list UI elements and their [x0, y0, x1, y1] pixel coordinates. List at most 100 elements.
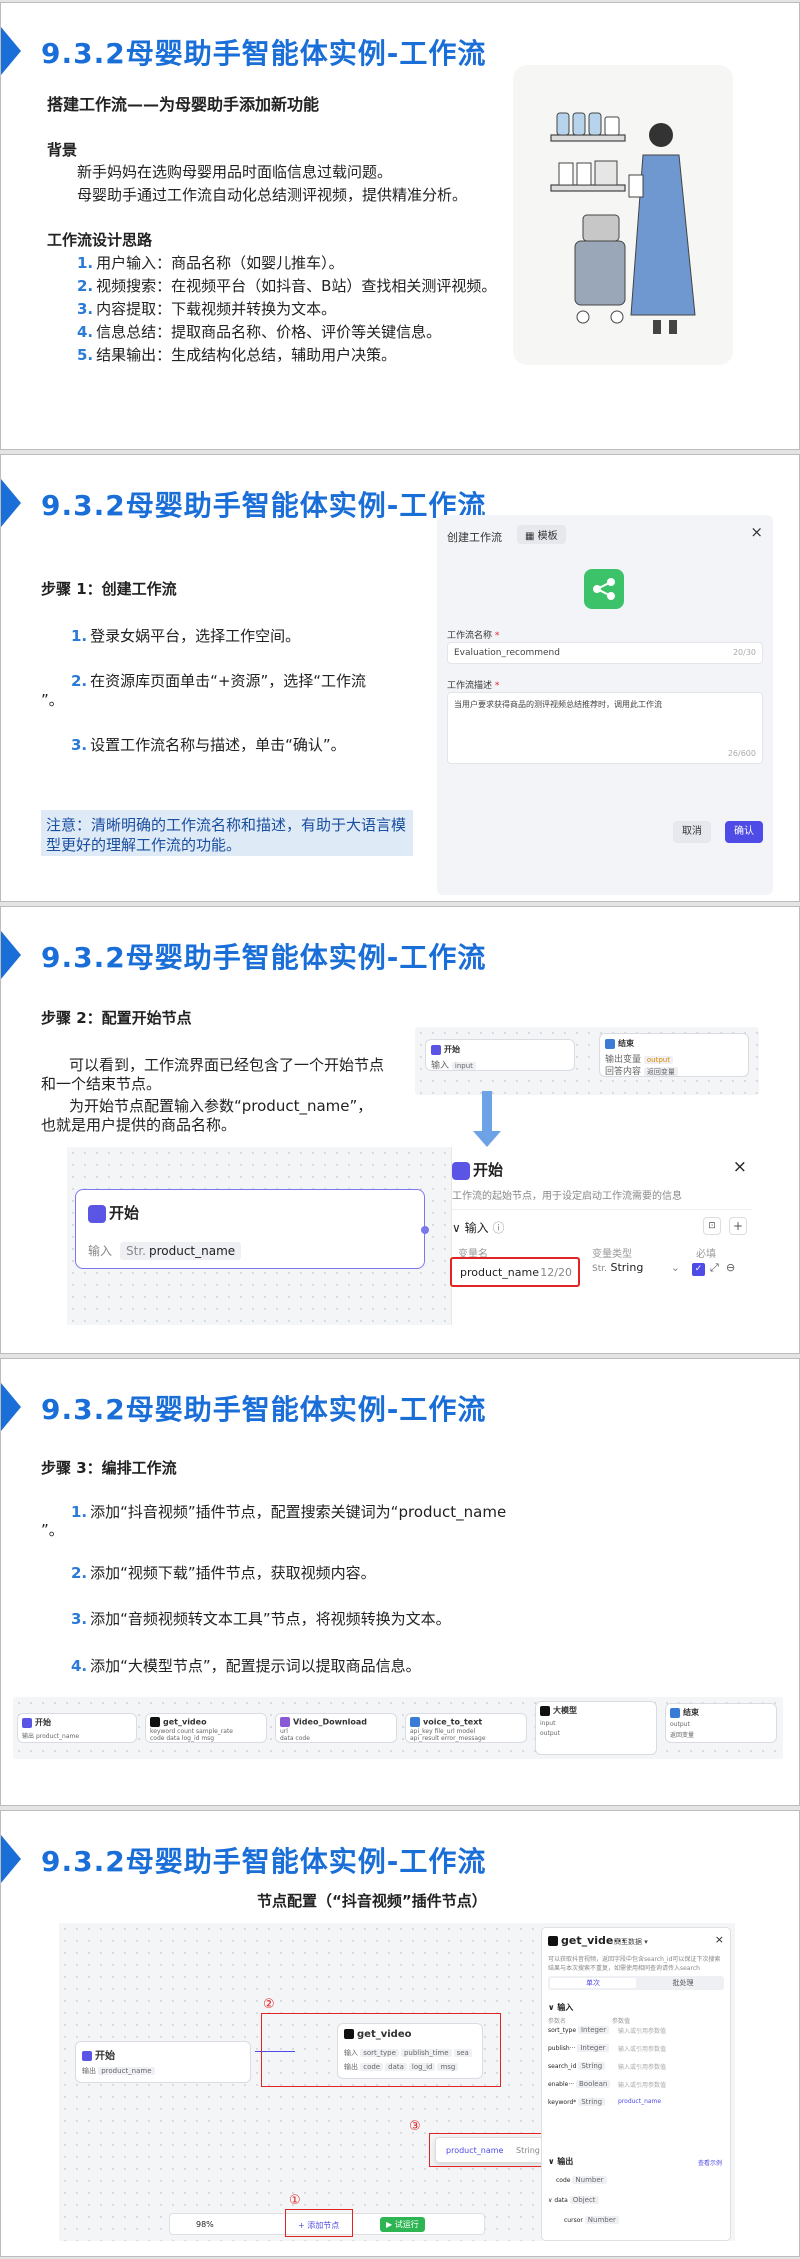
chain-node-end[interactable]: 结束 output 返回变量	[665, 1703, 777, 1743]
canvas-get-video-node[interactable]: get_video 输入 sort_type publish_time sea 输出…	[337, 2023, 483, 2079]
chain-node-voice-to-text[interactable]: voice_to_text api_key file_url model api_r…	[405, 1713, 527, 1743]
side-input-section[interactable]: ∨ 输入 ⓘ	[452, 1219, 504, 1236]
chain-node-llm[interactable]: 大模型 input output	[535, 1701, 657, 1755]
name-input[interactable]: Evaluation_recommend 20/30	[447, 642, 763, 664]
start-canvas: 开始 输入 Str. product_name	[67, 1147, 451, 1325]
tab-single[interactable]: 单次	[550, 1978, 636, 1988]
title-marker	[1, 27, 21, 75]
slide-title: 9.3.2母婴助手智能体实例-工作流	[41, 1393, 487, 1426]
design-heading: 工作流设计思路	[47, 231, 153, 249]
start-node-title: 开始	[109, 1204, 140, 1222]
expand-icon[interactable]: ⤢	[710, 1261, 719, 1275]
slide-4: 9.3.2母婴助手智能体实例-工作流 步骤 3：编排工作流 1. 添加“抖音视频”…	[0, 1358, 800, 1806]
background-line-1: 新手妈妈在选购母婴用品时面临信息过载问题。	[77, 163, 393, 181]
panel-badge[interactable]: 高至数据 ▾	[614, 1937, 648, 1947]
title-marker	[1, 1383, 21, 1431]
start-icon	[431, 1044, 441, 1055]
title-marker	[1, 1835, 21, 1883]
view-example-link[interactable]: 查看示例	[698, 2158, 722, 2167]
node-icon	[22, 1717, 32, 1728]
tab-create[interactable]: 创建工作流	[447, 529, 502, 545]
subtitle: 搭建工作流——为母婴助手添加新功能	[47, 95, 320, 114]
var-name-input[interactable]: product_name 12/20	[450, 1257, 580, 1287]
param-row-keyword[interactable]: keyword* String product_name	[548, 2098, 724, 2110]
desc-input-value: 当用户要求获得商品的测评视频总结推荐时，调用此工作流	[454, 700, 662, 709]
start-node[interactable]: 开始 输入 Str. product_name	[75, 1189, 429, 1269]
param-row[interactable]: publish··· Integer 输入或引用参数值	[548, 2044, 724, 2056]
col-req: 必填	[696, 1249, 716, 1260]
start-node-port[interactable]	[421, 1226, 429, 1234]
marker-1: ①	[289, 2193, 301, 2208]
param-row[interactable]: sort_type Integer 输入或引用参数值	[548, 2026, 724, 2038]
step-item: 1. 登录女娲平台，选择工作空间。	[71, 627, 301, 645]
plugin-config-panel: get_vide··· 高至数据 ▾ × 可以获取抖音视频，返回字段中包含sea…	[541, 1927, 731, 2241]
tiktok-icon	[150, 1717, 160, 1727]
panel-tiktok-icon	[548, 1936, 558, 1946]
panel-close-icon[interactable]: ×	[715, 1933, 724, 1946]
step-item-continued: ”。	[41, 1521, 64, 1539]
slide-3: 9.3.2母婴助手智能体实例-工作流 步骤 2：配置开始节点 可以看到，工作流界…	[0, 906, 800, 1354]
para-1b: 和一个结束节点。	[41, 1075, 162, 1093]
side-start-icon	[452, 1161, 470, 1180]
side-close-icon[interactable]: ×	[733, 1157, 747, 1177]
marker-3: ③	[409, 2119, 421, 2134]
param-row[interactable]: enable··· Boolean 输入或引用参数值	[548, 2080, 724, 2092]
background-line-2: 母婴助手通过工作流自动化总结测评视频，提供精准分析。	[77, 186, 468, 204]
design-step: 4. 信息总结：提取商品名称、价格、评价等关键信息。	[77, 323, 442, 341]
start-node-param: Str. product_name	[120, 1242, 242, 1260]
para-1a: 可以看到，工作流界面已经包含了一个开始节点	[69, 1056, 385, 1074]
step-item: 4. 添加“大模型节点”，配置提示词以提取商品信息。	[71, 1657, 421, 1675]
down-arrow-icon	[482, 1091, 492, 1133]
start-node-icon	[88, 1204, 106, 1223]
confirm-button[interactable]: 确认	[725, 821, 763, 843]
mini-start-node[interactable]: 开始 输入 input	[425, 1039, 575, 1071]
start-side-panel: 开始 × 工作流的起始节点，用于设定启动工作流需要的信息 ∨ 输入 ⓘ + ⊡ …	[450, 1147, 757, 1325]
desc-input[interactable]: 当用户要求获得商品的测评视频总结推荐时，调用此工作流 26/600	[447, 692, 763, 764]
close-icon[interactable]: ×	[750, 523, 763, 541]
side-plus-icon[interactable]: +	[729, 1217, 747, 1235]
param-col-value: 参数值	[612, 2018, 631, 2025]
para-2b: 也就是用户提供的商品名称。	[41, 1116, 237, 1134]
chain-node-start[interactable]: 开始 输出 product_name	[17, 1713, 137, 1743]
tab-batch[interactable]: 批处理	[648, 1978, 718, 1988]
grid-icon: ▦	[525, 531, 538, 542]
background-heading: 背景	[47, 141, 78, 159]
slide-title: 9.3.2母婴助手智能体实例-工作流	[41, 1845, 487, 1878]
chevron-down-icon: ∨	[452, 1221, 465, 1235]
design-step: 5. 结果输出：生成结构化总结，辅助用户决策。	[77, 346, 397, 364]
param-col-name: 参数名	[548, 2018, 567, 2025]
tab-template[interactable]: ▦ 模板	[517, 525, 566, 544]
test-run-button[interactable]: ▶ 试运行	[380, 2217, 425, 2232]
note-line-1: 注意：清晰明确的工作流名称和描述，有助于大语言模	[46, 816, 407, 834]
panel-desc-2: 结果与本次搜索不重复，如需使用相同查询请传入search	[548, 1965, 700, 1972]
panel-desc-1: 可以获取抖音视频，返回字段中包含search_id可以保证下次搜索	[548, 1956, 721, 1963]
download-icon	[280, 1717, 290, 1727]
step-item-continued: ”。	[41, 691, 64, 709]
mini-canvas: 开始 输入 input 结束 输出变量 output 回答内容 返回变量	[415, 1027, 759, 1095]
mini-end-node[interactable]: 结束 输出变量 output 回答内容 返回变量	[599, 1033, 749, 1077]
design-step: 1. 用户输入：商品名称（如婴儿推车）。	[77, 254, 344, 272]
slide-title: 9.3.2母婴助手智能体实例-工作流	[41, 941, 487, 974]
required-checkbox[interactable]: ✓	[692, 1263, 705, 1276]
tiktok-icon	[344, 2029, 354, 2039]
step-item: 2. 添加“视频下载”插件节点，获取视频内容。	[71, 1564, 376, 1582]
voice-icon	[410, 1717, 420, 1727]
step-item: 2. 在资源库页面单击“+资源”，选择“工作流	[71, 672, 367, 690]
note-box: 注意：清晰明确的工作流名称和描述，有助于大语言模 型更好的理解工作流的功能。	[41, 810, 413, 856]
param-row[interactable]: search_id String 输入或引用参数值	[548, 2062, 724, 2074]
side-import-icon[interactable]: ⊡	[703, 1217, 721, 1235]
zoom-level[interactable]: 98%	[196, 2220, 214, 2229]
node-config-subtitle: 节点配置（“抖音视频”插件节点）	[257, 1892, 487, 1910]
start-node-input-label: 输入	[88, 1244, 113, 1258]
shopping-mom-illustration	[513, 65, 733, 365]
chain-node-get-video[interactable]: get_video keyword count sample_rate code d…	[145, 1713, 267, 1743]
cancel-button[interactable]: 取消	[673, 821, 711, 843]
workflow-icon	[584, 569, 624, 609]
step-item: 3. 添加“音频视频转文本工具”节点，将视频转换为文本。	[71, 1610, 451, 1628]
canvas-start-node[interactable]: 开始 输出 product_name	[75, 2041, 251, 2083]
output-row: ∨ data Object	[548, 2196, 601, 2204]
name-count: 20/30	[732, 648, 756, 657]
chain-node-video-download[interactable]: Video_Download url data code	[275, 1713, 397, 1743]
var-type-select[interactable]: Str. String ⌄	[592, 1261, 682, 1283]
remove-icon[interactable]: ⊖	[726, 1261, 735, 1274]
